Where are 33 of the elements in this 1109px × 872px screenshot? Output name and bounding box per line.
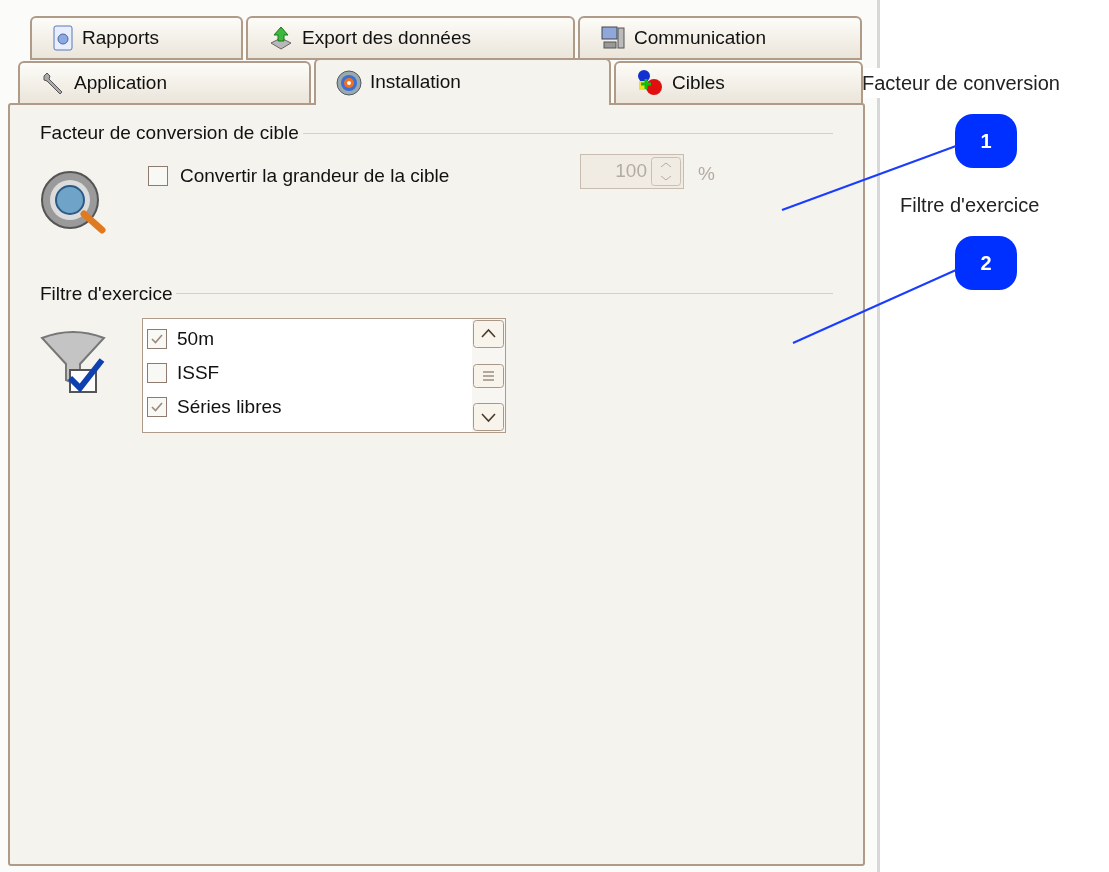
scroll-down-icon[interactable] bbox=[473, 403, 504, 431]
scroll-up-icon[interactable] bbox=[473, 320, 504, 348]
checkbox-label: Convertir la grandeur de la cible bbox=[180, 163, 450, 188]
callout-badge: 1 bbox=[955, 114, 1017, 168]
scroll-thumb-icon[interactable] bbox=[473, 363, 504, 388]
checkbox[interactable] bbox=[148, 165, 168, 186]
tab[interactable]: Export des données bbox=[246, 16, 575, 60]
scrollbar[interactable] bbox=[472, 319, 505, 432]
magnifier-icon bbox=[40, 169, 108, 234]
funnel-checkmark-icon bbox=[40, 330, 106, 396]
upload-arrow-icon bbox=[268, 25, 294, 51]
tab[interactable]: Installation bbox=[314, 58, 611, 105]
document-icon bbox=[52, 25, 74, 51]
target-icon bbox=[336, 69, 362, 96]
checkbox[interactable] bbox=[147, 329, 167, 349]
computer-icon bbox=[600, 25, 626, 51]
shapes-icon bbox=[636, 69, 664, 97]
list-item[interactable]: ISSF bbox=[147, 356, 472, 390]
tab[interactable]: Cibles bbox=[614, 61, 863, 105]
checkbox[interactable] bbox=[147, 363, 167, 383]
callout-label: Facteur de conversion bbox=[862, 68, 1060, 98]
list-item[interactable]: Séries libres bbox=[147, 390, 472, 424]
tab[interactable]: Communication bbox=[578, 16, 862, 60]
section-title: Filtre d'exercice bbox=[40, 281, 173, 306]
checkmark-icon bbox=[150, 332, 164, 346]
tab[interactable]: Rapports bbox=[30, 16, 243, 60]
unit-label: % bbox=[698, 161, 715, 186]
list-item[interactable]: 50m bbox=[147, 322, 472, 356]
callout-badge: 2 bbox=[955, 236, 1017, 290]
checkmark-icon bbox=[150, 400, 164, 414]
checkbox[interactable] bbox=[147, 397, 167, 417]
section-title: Facteur de conversion de cible bbox=[40, 121, 299, 145]
tab[interactable]: Application bbox=[18, 61, 311, 105]
